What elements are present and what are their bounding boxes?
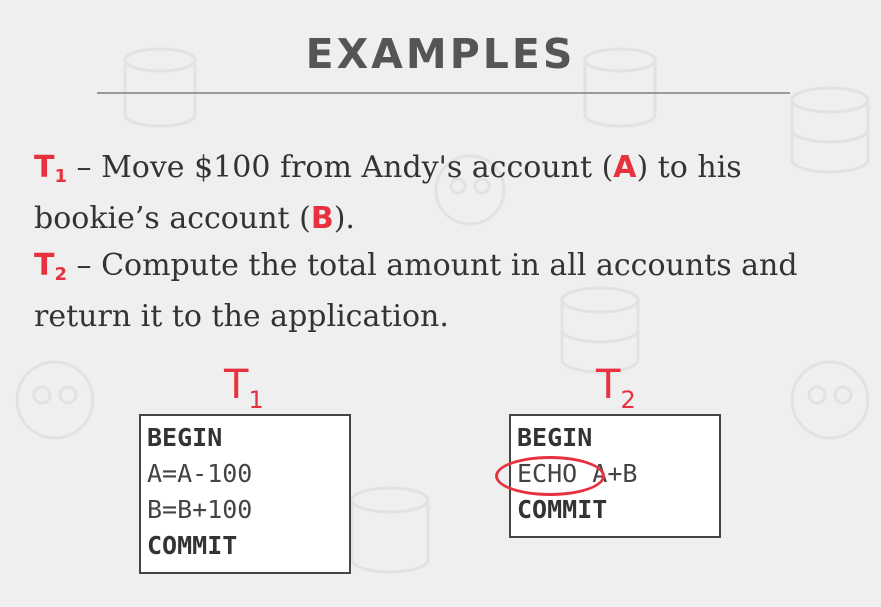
t2-heading-letter: T [596,362,621,408]
code-line-commit: COMMIT [147,531,238,560]
code-line-echo: ECHO A+B [495,456,713,496]
skull-icon [790,360,870,440]
t1-heading-letter: T [224,362,249,408]
echo-keyword-wrap: ECHO [495,456,605,496]
code-line-begin: BEGIN [147,423,223,452]
code-line-update-b: B=B+100 [147,495,253,524]
t2-inline-label: T2 [34,248,67,285]
code-line-begin: BEGIN [517,423,593,452]
t2-code-box: BEGIN ECHO A+B COMMIT [495,414,721,538]
code-line-commit: COMMIT [517,495,608,524]
t1-text-part: ). [333,201,355,236]
t1-subscript: 1 [54,166,67,187]
t2-text: – Compute the total amount in all accoun… [34,248,798,334]
highlight-circle [495,456,605,496]
t2-letter: T [34,248,55,283]
t1-letter: T [34,150,55,185]
t2-heading: T2 [596,362,636,414]
t1-inline-label: T1 [34,150,67,187]
code-line-update-a: A=A-100 [147,459,253,488]
skull-icon [15,360,95,440]
title-divider [97,92,790,94]
t1-description: T1 – Move $100 from Andy's account (A) t… [34,147,854,240]
t1-text-part: – Move $100 from Andy's account ( [67,150,614,185]
t1-heading: T1 [224,362,264,414]
t2-description: T2 – Compute the total amount in all acc… [34,245,854,338]
account-b-label: B [310,201,334,236]
t2-subscript: 2 [54,264,67,285]
t1-heading-subscript: 1 [248,386,264,414]
t2-heading-subscript: 2 [620,386,636,414]
slide-title: EXAMPLES [305,30,576,78]
account-a-label: A [613,150,637,185]
t1-code-box: BEGIN A=A-100 B=B+100 COMMIT [139,414,351,574]
database-icon [350,486,430,574]
